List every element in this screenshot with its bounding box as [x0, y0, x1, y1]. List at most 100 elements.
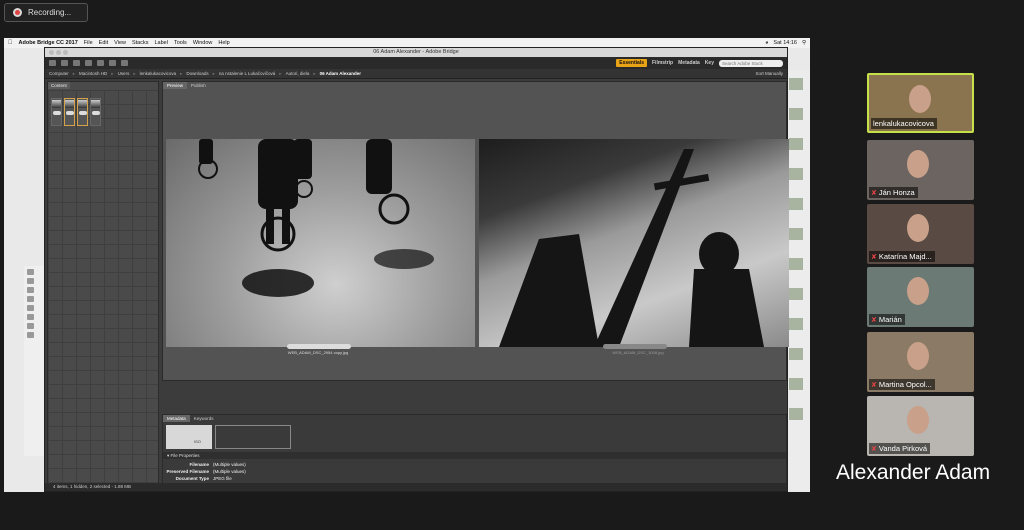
sort-dropdown[interactable]: Sort Manually	[755, 71, 783, 76]
path-item[interactable]: Macintosh HD	[79, 71, 107, 76]
content-panel: Content	[47, 81, 159, 484]
recording-indicator[interactable]: Recording...	[4, 3, 88, 22]
participant-tile[interactable]: ✘ Katarína Majd...	[867, 204, 974, 264]
tab-keywords[interactable]: Keywords	[190, 415, 218, 422]
path-item[interactable]: lenkalukacovicova	[140, 71, 177, 76]
participant-name-text: Vanda Pirková	[878, 444, 928, 453]
desktop-file-icon[interactable]	[789, 378, 803, 390]
mic-muted-icon: ✘	[871, 189, 877, 197]
window-title: 06 Adam Alexander - Adobe Bridge	[373, 49, 459, 55]
menu-edit[interactable]: Edit	[99, 40, 108, 46]
finder-item-icon[interactable]	[27, 305, 34, 311]
participant-face	[907, 150, 929, 178]
participant-name: ✘ Marián	[869, 314, 905, 325]
path-item[interactable]: na nstalenie L Lukačovičová	[219, 71, 275, 76]
path-item[interactable]: Computer	[49, 71, 69, 76]
path-item[interactable]: Users	[118, 71, 130, 76]
finder-item-icon[interactable]	[27, 296, 34, 302]
tab-publish[interactable]: Publish	[187, 82, 210, 89]
finder-item-icon[interactable]	[27, 332, 34, 338]
finder-item-icon[interactable]	[27, 269, 34, 275]
stock-search-input[interactable]	[719, 59, 783, 67]
workspace-filmstrip[interactable]: Filmstrip	[652, 60, 673, 66]
desktop-file-icon[interactable]	[789, 138, 803, 150]
rotate-left-icon[interactable]	[109, 60, 116, 66]
menu-app-name[interactable]: Adobe Bridge CC 2017	[19, 40, 78, 46]
desktop-file-icon[interactable]	[789, 288, 803, 300]
close-window-button[interactable]	[49, 50, 54, 55]
photo-nav-dots[interactable]	[603, 344, 667, 349]
search-icon[interactable]: ⚲	[802, 40, 806, 46]
desktop-file-icon[interactable]	[789, 408, 803, 420]
metadata-placard: ISO	[166, 425, 212, 449]
file-properties-header[interactable]: ▾ File Properties	[163, 452, 786, 459]
content-grid	[48, 90, 158, 483]
thumbnail[interactable]	[90, 98, 101, 126]
zoom-window-button[interactable]	[63, 50, 68, 55]
mic-muted-icon: ✘	[871, 253, 877, 261]
path-bar: Computer ▸ Macintosh HD ▸ Users ▸ lenkaluka…	[45, 69, 787, 79]
path-current[interactable]: 06 Adam Alexander	[320, 71, 361, 76]
menu-tools[interactable]: Tools	[174, 40, 187, 46]
path-item[interactable]: Downloads	[186, 71, 208, 76]
metadata-value: JPEG file	[213, 476, 232, 481]
menu-help[interactable]: Help	[218, 40, 229, 46]
desktop-file-icon[interactable]	[789, 258, 803, 270]
clock[interactable]: Sat 14:16	[773, 40, 797, 46]
participant-name: lenkalukacovicova	[871, 118, 937, 129]
finder-item-icon[interactable]	[27, 314, 34, 320]
thumbnail[interactable]	[51, 98, 62, 126]
participant-tile[interactable]: ✘ Vanda Pirková	[867, 396, 974, 456]
finder-item-icon[interactable]	[27, 278, 34, 284]
desktop-file-icon[interactable]	[789, 108, 803, 120]
participant-tile[interactable]: lenkalukacovicova	[867, 73, 974, 133]
finder-item-icon[interactable]	[27, 323, 34, 329]
participant-tile[interactable]: ✘ Martina Opcol...	[867, 332, 974, 392]
preview-photo-cyclists[interactable]	[166, 139, 475, 347]
desktop-file-icon[interactable]	[789, 168, 803, 180]
photo-caption: WEB_ADAM_DSC_3008.jpg	[612, 350, 664, 355]
content-tab[interactable]: Content	[48, 82, 70, 89]
desktop-file-icon[interactable]	[789, 228, 803, 240]
menu-stacks[interactable]: Stacks	[132, 40, 149, 46]
photo-nav-dots[interactable]	[287, 344, 351, 349]
tab-metadata[interactable]: Metadata	[163, 415, 190, 422]
menu-window[interactable]: Window	[193, 40, 213, 46]
desktop-file-icon[interactable]	[789, 348, 803, 360]
desktop-file-icon[interactable]	[789, 78, 803, 90]
participant-name: ✘ Vanda Pirková	[869, 443, 931, 454]
desktop-file-icon[interactable]	[789, 198, 803, 210]
recent-icon[interactable]	[73, 60, 80, 66]
participant-tile[interactable]: ✘ Ján Honza	[867, 140, 974, 200]
menu-view[interactable]: View	[114, 40, 126, 46]
workspace-essentials[interactable]: Essentials	[616, 59, 647, 67]
thumbnail[interactable]	[64, 98, 75, 126]
photo-caption: WEB_ADAM_DSC_2954 copy.jpg	[287, 350, 349, 355]
camera-icon[interactable]	[85, 60, 92, 66]
forward-icon[interactable]	[61, 60, 68, 66]
participant-tile[interactable]: ✘ Marián	[867, 267, 974, 327]
wifi-icon[interactable]: ◕	[765, 40, 768, 46]
back-icon[interactable]	[49, 60, 56, 66]
window-titlebar: 06 Adam Alexander - Adobe Bridge	[45, 48, 787, 57]
workspace-key[interactable]: Key	[705, 60, 714, 66]
workspace-metadata[interactable]: Metadata	[678, 60, 700, 66]
participant-name-text: Ján Honza	[878, 188, 915, 197]
active-speaker-name: Alexander Adam	[836, 461, 991, 484]
path-item[interactable]: Autori, diela	[286, 71, 310, 76]
metadata-key: Preserved Filename	[166, 469, 209, 474]
apple-icon[interactable]: 	[8, 40, 13, 46]
metadata-value: (Multiple values)	[213, 462, 246, 467]
rotate-right-icon[interactable]	[121, 60, 128, 66]
participant-face	[907, 406, 929, 434]
tab-preview[interactable]: Preview	[163, 82, 188, 89]
refine-icon[interactable]	[97, 60, 104, 66]
thumbnail[interactable]	[77, 98, 88, 126]
desktop-file-icon[interactable]	[789, 318, 803, 330]
file-properties-rows: Filename (Multiple values) Preserved Fil…	[163, 461, 246, 482]
finder-item-icon[interactable]	[27, 287, 34, 293]
preview-photo-shadows[interactable]	[479, 139, 789, 347]
menu-label[interactable]: Label	[155, 40, 168, 46]
menu-file[interactable]: File	[84, 40, 93, 46]
minimize-window-button[interactable]	[56, 50, 61, 55]
